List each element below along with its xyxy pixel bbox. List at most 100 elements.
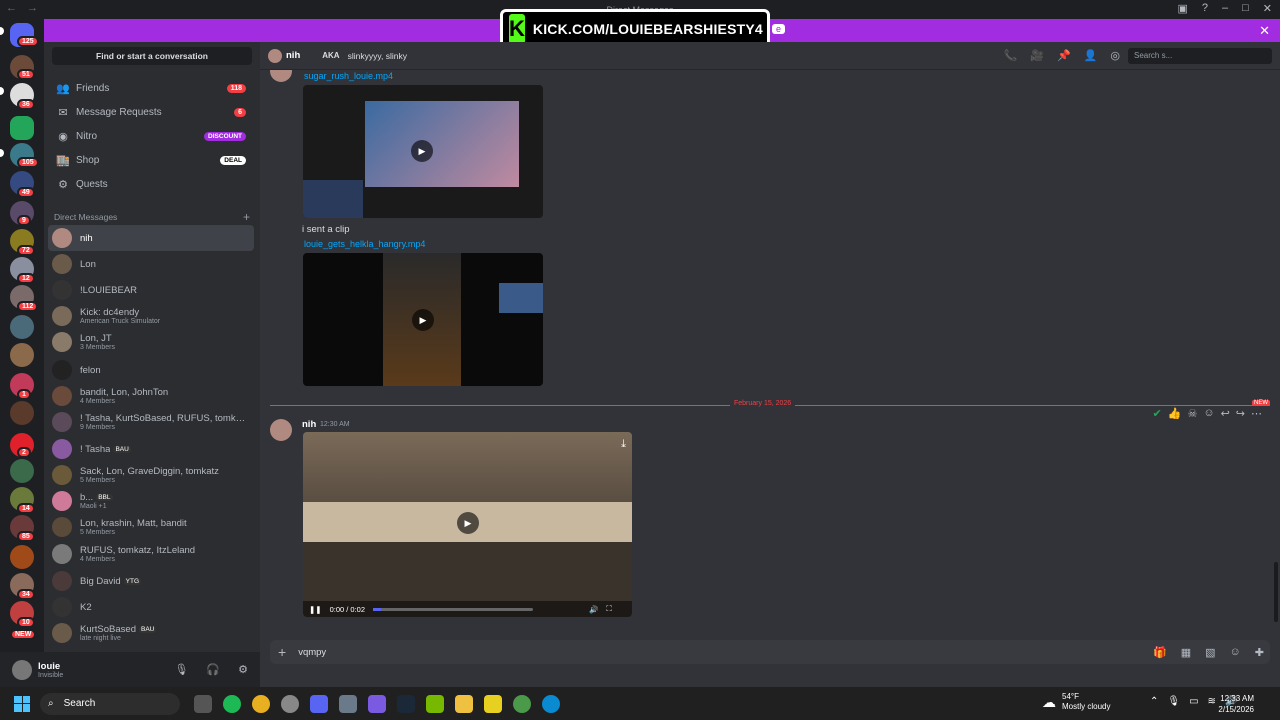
quests-nav[interactable]: ⚙ Quests <box>52 173 252 195</box>
video-call-icon[interactable]: 🎥 <box>1030 49 1044 62</box>
video-player[interactable]: ⤓ ▶ ❚❚ 0:00 / 0:02 🔊 ⛶ <box>303 432 632 617</box>
discord-icon[interactable] <box>310 694 328 713</box>
profile-icon[interactable]: ◎ <box>1110 49 1120 62</box>
dm-item[interactable]: ! Tasha, KurtSoBased, RUFUS, tomkatz,...… <box>48 409 254 435</box>
windows-start-icon[interactable] <box>14 695 30 712</box>
play-icon[interactable]: ▶ <box>411 140 433 162</box>
gear-icon[interactable]: ⚙ <box>238 663 248 676</box>
headphones-icon[interactable]: 🎧 <box>206 663 220 676</box>
banner-pill[interactable]: e <box>772 24 786 34</box>
dm-item[interactable]: ! Tasha BAU <box>48 436 254 462</box>
thumbs-up-icon[interactable]: 👍 <box>1168 407 1182 420</box>
forward-icon[interactable]: ↪ <box>1236 407 1245 420</box>
display-icon[interactable]: ▭ <box>1189 696 1198 707</box>
attachment-link[interactable]: sugar_rush_louie.mp4 <box>304 71 393 81</box>
friends-nav[interactable]: 👥 Friends 118 <box>52 77 252 99</box>
pin-icon[interactable]: 📌 <box>1057 49 1071 62</box>
server-icon[interactable] <box>10 116 34 140</box>
dm-item[interactable]: Lon, krashin, Matt, bandit 5 Members <box>48 514 254 540</box>
recipient-name[interactable]: nih <box>286 50 300 61</box>
video-attachment[interactable]: ▶ <box>303 253 543 386</box>
dm-item[interactable]: Lon, JT 3 Members <box>48 329 254 355</box>
server-icon[interactable] <box>10 401 34 425</box>
weather-widget[interactable]: ☁ 54°F Mostly cloudy <box>1042 692 1110 712</box>
task-view-icon[interactable] <box>194 694 212 713</box>
folder-icon[interactable] <box>455 694 473 713</box>
chevron-up-icon[interactable]: ⌃ <box>1150 696 1158 707</box>
dm-item[interactable]: KurtSoBased BAU late night live <box>48 620 254 646</box>
chrome-alt-icon[interactable] <box>513 694 531 713</box>
add-friend-icon[interactable]: 👤 <box>1084 49 1098 62</box>
dm-item[interactable]: b... BBL Maoli +1 <box>48 488 254 514</box>
dm-item[interactable]: felon <box>48 357 254 383</box>
dm-item[interactable]: Lon <box>48 251 254 277</box>
dm-item[interactable]: bandit, Lon, JohnTon 4 Members <box>48 383 254 409</box>
settings-icon[interactable] <box>339 694 357 713</box>
clock[interactable]: 12:33 AM 2/15/2026 <box>1218 693 1254 715</box>
add-reaction-icon[interactable]: ☺ <box>1203 407 1214 420</box>
dm-item[interactable]: K2 <box>48 594 254 620</box>
server-icon[interactable] <box>10 343 34 367</box>
edge-icon[interactable] <box>542 694 560 713</box>
fullscreen-icon[interactable]: ⛶ <box>606 604 611 614</box>
dm-item[interactable]: Big David YTG <box>48 568 254 594</box>
dm-item[interactable]: RUFUS, tomkatz, ItzLeland 4 Members <box>48 541 254 567</box>
spotify-icon[interactable] <box>223 694 241 713</box>
avatar[interactable] <box>12 659 32 680</box>
close-window-button[interactable]: ✕ <box>1263 2 1272 15</box>
check-reaction-icon[interactable]: ✔ <box>1153 407 1162 420</box>
gamepad-icon[interactable] <box>368 694 386 713</box>
message-composer[interactable]: + vqmpy 🎁 ▦ ▧ ☺ ✚ <box>270 640 1270 664</box>
app-icon[interactable] <box>281 694 299 713</box>
attachment-link[interactable]: louie_gets_helkla_hangry.mp4 <box>304 239 425 249</box>
reply-icon[interactable]: ↩ <box>1221 407 1230 420</box>
apps-icon[interactable]: ✚ <box>1255 646 1264 659</box>
play-icon[interactable]: ▶ <box>457 512 479 534</box>
chrome-icon[interactable] <box>252 694 270 713</box>
author-name[interactable]: nih <box>302 419 316 430</box>
avatar[interactable] <box>270 419 292 441</box>
gift-icon[interactable]: 🎁 <box>1153 646 1167 659</box>
skull-icon[interactable]: ☠ <box>1187 407 1197 420</box>
steam-icon[interactable] <box>397 694 415 713</box>
gif-icon[interactable]: ▦ <box>1181 646 1191 659</box>
dm-item[interactable]: Sack, Lon, GraveDiggin, tomkatz 5 Members <box>48 462 254 488</box>
sticky-notes-icon[interactable] <box>484 694 502 713</box>
nvidia-icon[interactable] <box>426 694 444 713</box>
microphone-tray-icon[interactable]: 🎙 <box>1167 696 1180 707</box>
taskbar-search[interactable]: ⌕ Search <box>40 692 180 715</box>
download-icon[interactable]: ⤓ <box>621 438 626 451</box>
video-attachment[interactable]: ▶ <box>303 85 543 218</box>
wifi-icon[interactable]: ≋ <box>1208 696 1216 707</box>
dm-item[interactable]: nih <box>48 225 254 251</box>
dm-item[interactable]: Kick: dc4endy American Truck Simulator <box>48 303 254 329</box>
help-icon[interactable]: ? <box>1202 2 1208 15</box>
dm-sub: late night live <box>80 635 121 642</box>
minimize-button[interactable]: – <box>1222 2 1228 15</box>
more-icon[interactable]: ⋯ <box>1251 407 1262 420</box>
create-dm-button[interactable]: + <box>243 210 250 224</box>
find-conversation-button[interactable]: Find or start a conversation <box>52 47 252 65</box>
server-icon[interactable] <box>10 459 34 483</box>
phone-icon[interactable]: 📞 <box>1004 49 1018 62</box>
sticker-icon[interactable]: ▧ <box>1205 646 1215 659</box>
scrollbar[interactable] <box>1274 562 1278 622</box>
play-icon[interactable]: ▶ <box>412 309 434 331</box>
volume-icon[interactable]: 🔊 <box>589 605 598 614</box>
dm-item[interactable]: !LOUIEBEAR <box>48 277 254 303</box>
maximize-button[interactable]: □ <box>1242 2 1249 15</box>
progress-bar[interactable] <box>373 607 534 611</box>
nitro-nav[interactable]: ◉ Nitro DISCOUNT <box>52 125 252 147</box>
banner-close-button[interactable]: ✕ <box>1259 23 1270 39</box>
inbox-icon[interactable]: ▣ <box>1177 2 1187 15</box>
search-input[interactable]: Search s... <box>1128 47 1272 64</box>
message-input[interactable]: vqmpy <box>298 647 326 658</box>
shop-nav[interactable]: 🏬 Shop DEAL <box>52 149 252 171</box>
server-icon[interactable] <box>10 545 34 569</box>
pause-icon[interactable]: ❚❚ <box>309 605 322 614</box>
message-requests-nav[interactable]: ✉ Message Requests 6 <box>52 101 252 123</box>
microphone-icon[interactable]: 🎙 <box>174 663 188 676</box>
attach-plus-button[interactable]: + <box>278 644 286 660</box>
emoji-icon[interactable]: ☺ <box>1230 646 1241 659</box>
server-icon[interactable] <box>10 315 34 339</box>
